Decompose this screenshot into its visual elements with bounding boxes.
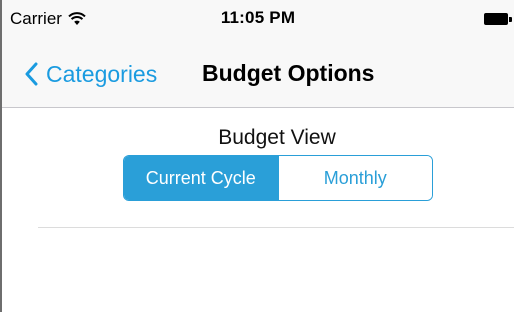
phone-screen: Carrier 11:05 PM Categories Budget Optio… bbox=[0, 0, 514, 312]
battery-level bbox=[484, 13, 508, 25]
navigation-bar: Categories Budget Options bbox=[2, 40, 514, 108]
status-bar: Carrier 11:05 PM bbox=[2, 0, 514, 40]
battery-tip bbox=[509, 16, 512, 22]
status-time: 11:05 PM bbox=[220, 8, 296, 27]
section-divider bbox=[38, 227, 514, 228]
options-content: Budget View Current Cycle Monthly bbox=[2, 108, 514, 312]
battery-icon bbox=[484, 13, 512, 25]
back-button[interactable]: Categories bbox=[24, 58, 157, 90]
chevron-left-icon bbox=[25, 62, 38, 86]
segment-monthly[interactable]: Monthly bbox=[277, 156, 432, 200]
budget-view-segmented-control: Current Cycle Monthly bbox=[123, 155, 433, 201]
budget-view-label: Budget View bbox=[218, 126, 336, 149]
segment-current-cycle[interactable]: Current Cycle bbox=[124, 156, 278, 200]
back-button-label: Categories bbox=[46, 60, 158, 87]
page-title: Budget Options bbox=[202, 60, 375, 86]
